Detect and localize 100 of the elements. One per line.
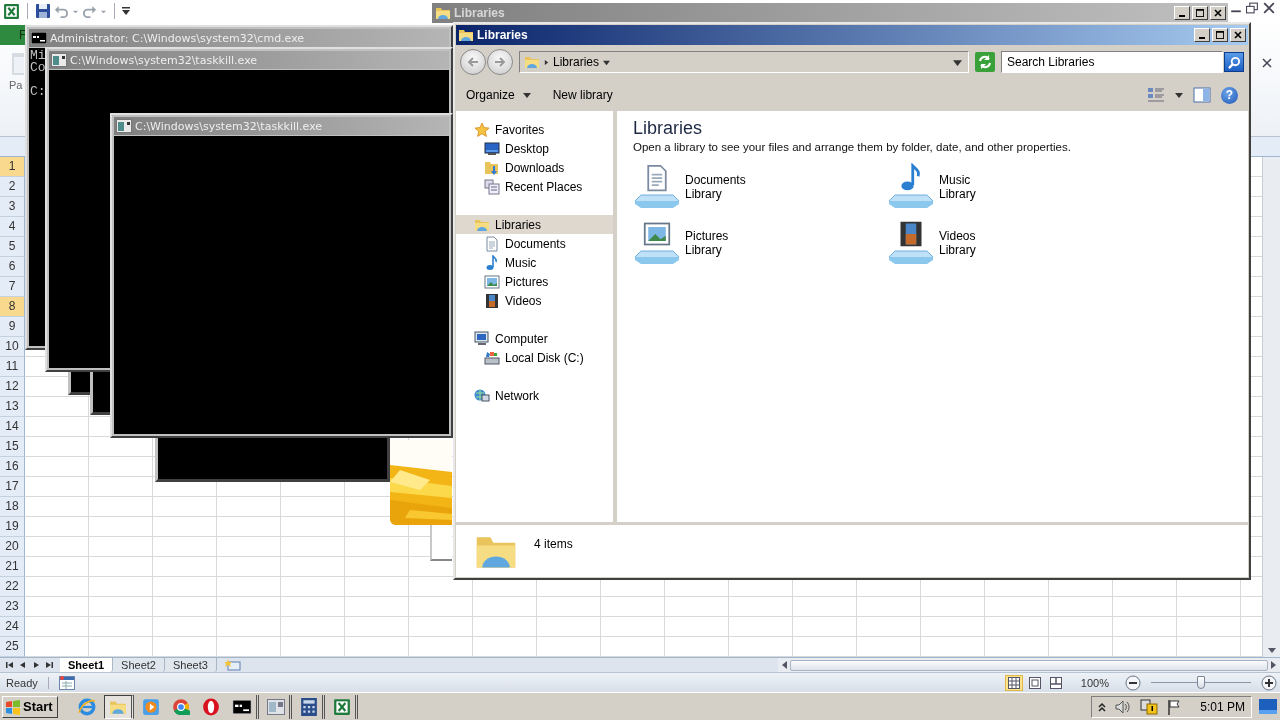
row-header[interactable]: 4 (0, 217, 25, 237)
minimize-button[interactable] (1194, 28, 1210, 42)
row-header[interactable]: 11 (0, 357, 25, 377)
nav-item[interactable]: Local Disk (C:) (456, 348, 613, 367)
taskbar-button[interactable] (103, 694, 134, 719)
row-header[interactable]: 15 (0, 437, 25, 457)
row-header[interactable]: 18 (0, 497, 25, 517)
console-prompt: C: (30, 86, 46, 98)
start-button[interactable]: Start (2, 695, 58, 718)
restore-icon[interactable] (1246, 2, 1259, 14)
scrollbar-thumb[interactable] (790, 659, 1268, 671)
address-bar[interactable]: Libraries (519, 51, 969, 73)
row-header[interactable]: 23 (0, 597, 25, 617)
redo-icon[interactable] (82, 3, 97, 19)
maximize-button[interactable] (1212, 28, 1228, 42)
nav-item[interactable]: Desktop (456, 139, 613, 158)
window-frame (430, 525, 452, 561)
close-icon[interactable] (1262, 58, 1272, 68)
console-text: Co (30, 62, 46, 74)
row-header[interactable]: 8 (0, 297, 25, 317)
row-header[interactable]: 6 (0, 257, 25, 277)
dropdown-icon[interactable] (953, 57, 962, 67)
music-note-icon (484, 254, 500, 271)
close-button[interactable] (1210, 6, 1226, 20)
minimize-button[interactable] (1174, 6, 1190, 20)
refresh-icon[interactable] (975, 52, 995, 72)
sheet-scroll-button[interactable] (4, 659, 15, 671)
breadcrumb-arrow-icon[interactable] (544, 58, 549, 66)
horizontal-scrollbar[interactable] (778, 658, 1280, 672)
zoom-slider-thumb[interactable] (1197, 675, 1205, 689)
macro-record-icon[interactable] (58, 675, 75, 690)
row-header[interactable]: 22 (0, 577, 25, 597)
library-item[interactable]: Music Library (887, 163, 1141, 211)
row-header[interactable]: 14 (0, 417, 25, 437)
flag-icon[interactable] (1166, 698, 1183, 715)
library-item[interactable]: Documents Library (633, 163, 887, 211)
row-header[interactable]: 16 (0, 457, 25, 477)
zoom-in-button[interactable] (1261, 674, 1277, 691)
title-bar[interactable]: Libraries (456, 25, 1248, 45)
toolbar-button[interactable]: Organize (466, 88, 531, 102)
nav-item[interactable]: Network (456, 386, 613, 405)
zoom-level[interactable]: 100% (1080, 676, 1109, 689)
toolbar-button[interactable]: New library (552, 88, 613, 102)
nav-item[interactable]: Recent Places (456, 177, 613, 196)
row-header[interactable]: 9 (0, 317, 25, 337)
row-header[interactable]: 3 (0, 197, 25, 217)
row-header[interactable]: 13 (0, 397, 25, 417)
customize-toolbar-icon[interactable] (122, 6, 130, 16)
row-header[interactable]: 20 (0, 537, 25, 557)
clock[interactable]: 5:01 PM (1200, 699, 1245, 714)
nav-item[interactable]: Documents (456, 234, 613, 253)
library-item[interactable]: Pictures Library (633, 219, 887, 267)
scroll-down-icon[interactable] (1267, 648, 1276, 654)
nav-item[interactable]: Favorites (456, 120, 613, 139)
nav-item[interactable]: Videos (456, 291, 613, 310)
back-button[interactable] (460, 49, 486, 75)
caret-icon[interactable] (1175, 91, 1183, 99)
nav-item[interactable]: Pictures (456, 272, 613, 291)
row-header[interactable]: 17 (0, 477, 25, 497)
search-button[interactable] (1224, 52, 1244, 72)
nav-item[interactable]: Music (456, 253, 613, 272)
disk-drive-icon (484, 349, 500, 366)
row-header[interactable]: 24 (0, 617, 25, 637)
close-icon[interactable] (1263, 2, 1275, 14)
speaker-icon[interactable] (1114, 698, 1133, 715)
row-header[interactable]: 1 (0, 157, 25, 177)
close-icon (1234, 31, 1242, 39)
row-header[interactable]: 7 (0, 277, 25, 297)
row-header[interactable]: 25 (0, 637, 25, 657)
save-icon[interactable] (35, 3, 51, 19)
browser-icon (201, 697, 220, 716)
forward-button[interactable] (487, 49, 513, 75)
row-header[interactable]: 5 (0, 237, 25, 257)
scroll-left-icon[interactable] (781, 661, 787, 669)
nav-item[interactable]: Downloads (456, 158, 613, 177)
library-item[interactable]: Videos Library (887, 219, 1141, 267)
row-header[interactable]: 12 (0, 377, 25, 397)
vertical-scrollbar[interactable] (1262, 157, 1280, 657)
breadcrumb[interactable]: Libraries (553, 55, 600, 69)
row-header[interactable]: 19 (0, 517, 25, 537)
view-button[interactable] (1004, 674, 1023, 691)
row-header[interactable]: 2 (0, 177, 25, 197)
search-field[interactable]: Search Libraries (1001, 51, 1223, 73)
show-hidden-icons[interactable] (1098, 701, 1107, 712)
close-button[interactable] (1230, 28, 1246, 42)
sheet-tab[interactable]: Sheet1 (60, 658, 114, 672)
zoom-slider[interactable] (1151, 674, 1251, 691)
row-header[interactable]: 21 (0, 557, 25, 577)
maximize-button[interactable] (1192, 6, 1208, 20)
preview-pane-icon[interactable] (1193, 87, 1211, 103)
nav-item[interactable]: Computer (456, 329, 613, 348)
show-desktop-icon[interactable] (1258, 696, 1278, 717)
scroll-right-icon[interactable] (1271, 661, 1277, 669)
sheet-scroll-button[interactable] (43, 659, 54, 671)
calculator-icon (299, 697, 318, 716)
nav-item[interactable]: Libraries (456, 215, 613, 234)
network-warning-icon[interactable] (1140, 698, 1159, 715)
row-header[interactable]: 10 (0, 337, 25, 357)
zoom-out-button[interactable] (1125, 674, 1141, 691)
caret-icon[interactable] (603, 58, 611, 66)
